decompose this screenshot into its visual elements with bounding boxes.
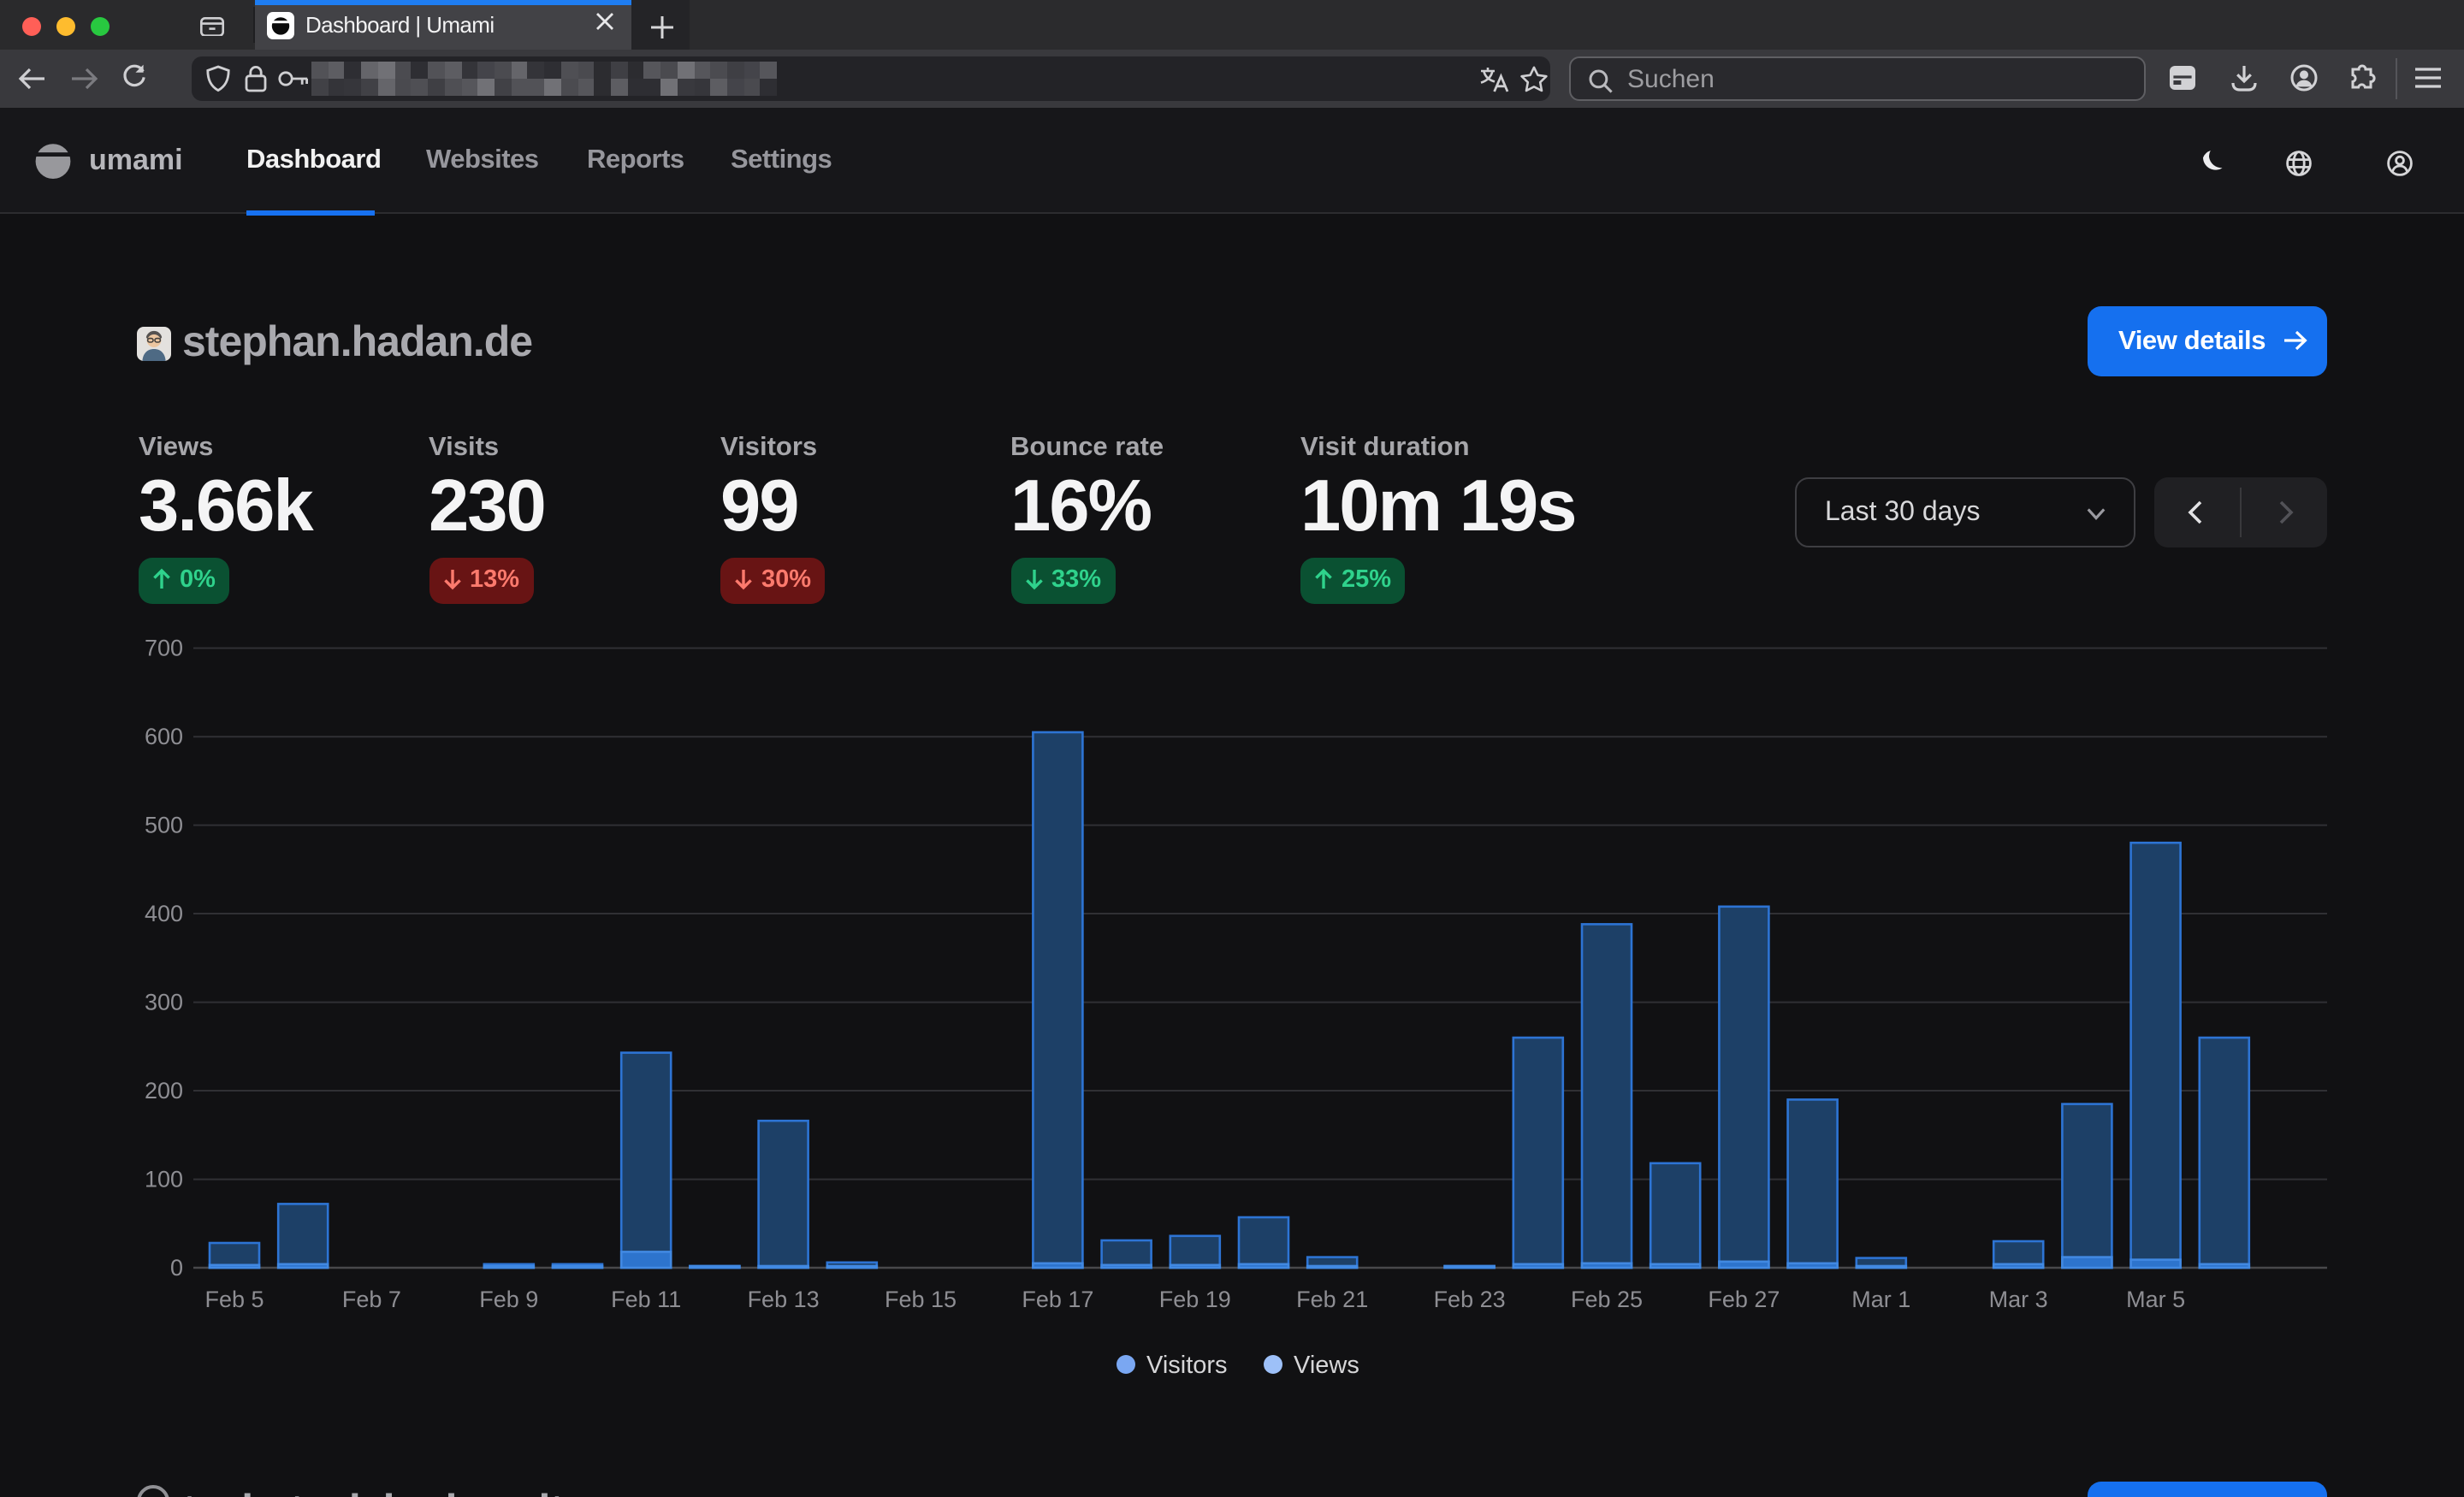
svg-text:Feb 11: Feb 11 xyxy=(611,1287,681,1312)
svg-text:0: 0 xyxy=(170,1255,183,1281)
svg-text:Feb 17: Feb 17 xyxy=(1022,1287,1093,1312)
svg-text:400: 400 xyxy=(145,901,183,926)
svg-text:Feb 5: Feb 5 xyxy=(204,1287,264,1312)
svg-text:500: 500 xyxy=(145,813,183,838)
svg-text:Feb 27: Feb 27 xyxy=(1708,1287,1780,1312)
svg-text:Feb 25: Feb 25 xyxy=(1571,1287,1643,1312)
svg-text:100: 100 xyxy=(145,1167,183,1192)
svg-text:Feb 23: Feb 23 xyxy=(1434,1287,1506,1312)
svg-text:200: 200 xyxy=(145,1078,183,1104)
svg-text:300: 300 xyxy=(145,990,183,1015)
svg-text:Visitors: Visitors xyxy=(1146,1352,1228,1379)
svg-text:600: 600 xyxy=(145,724,183,749)
svg-text:Feb 13: Feb 13 xyxy=(748,1287,820,1312)
svg-text:Mar 1: Mar 1 xyxy=(1851,1287,1910,1312)
svg-text:Feb 15: Feb 15 xyxy=(885,1287,957,1312)
svg-text:Feb 9: Feb 9 xyxy=(479,1287,538,1312)
svg-text:Mar 3: Mar 3 xyxy=(1989,1287,2048,1312)
svg-text:Feb 7: Feb 7 xyxy=(342,1287,401,1312)
svg-text:700: 700 xyxy=(145,636,183,661)
svg-text:Feb 19: Feb 19 xyxy=(1159,1287,1231,1312)
svg-text:Mar 5: Mar 5 xyxy=(2126,1287,2185,1312)
svg-text:Feb 21: Feb 21 xyxy=(1296,1287,1368,1312)
svg-text:Views: Views xyxy=(1294,1352,1359,1379)
